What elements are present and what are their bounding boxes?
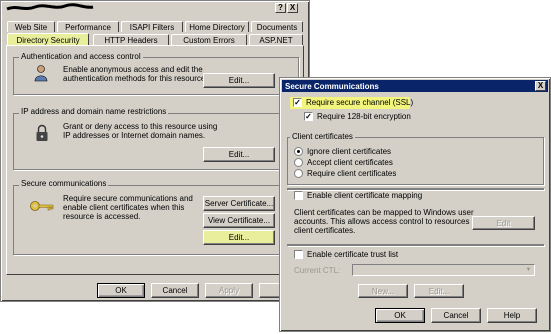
auth-group-label: Authentication and access control	[19, 52, 143, 61]
close-title-button[interactable]: X	[287, 3, 298, 13]
chevron-down-icon: ▼	[525, 267, 532, 273]
mapping-desc-line3: client certificates.	[294, 226, 356, 235]
require-certs-radio[interactable]	[294, 169, 303, 178]
tab-aspnet[interactable]: ASP.NET	[249, 34, 303, 45]
secure-title-bar: Secure Communications	[282, 80, 548, 92]
mapping-edit-button[interactable]: Edit	[472, 216, 535, 230]
current-ctl-select[interactable]: ▼	[352, 264, 535, 276]
mapping-edit-label: Edit	[496, 218, 511, 228]
secure-communications-dialog: Secure Communications X ✓ Require secure…	[279, 77, 551, 332]
lock-icon	[36, 124, 48, 141]
accept-certs-radio[interactable]	[294, 158, 303, 167]
separator-mapping	[287, 188, 544, 190]
server-certificate-button[interactable]: Server Certificate...	[203, 196, 275, 211]
main-apply-button[interactable]: Apply	[205, 283, 253, 298]
enable-mapping-checkbox[interactable]	[294, 191, 303, 200]
enable-trust-list-checkbox[interactable]	[294, 250, 303, 259]
tab-custom-errors[interactable]: Custom Errors	[171, 34, 247, 45]
redacted-title-scribble	[6, 3, 94, 11]
require-certs-label[interactable]: Require client certificates	[307, 169, 396, 179]
secure-cancel-label: Cancel	[443, 311, 469, 320]
tab-documents[interactable]: Documents	[251, 21, 303, 32]
ip-edit-label: Edit...	[228, 150, 250, 159]
require-ssl-label[interactable]: Require secure channel (SSL)	[306, 98, 413, 108]
new-ctl-button[interactable]: New...	[358, 284, 408, 298]
view-certificate-button[interactable]: View Certificate...	[203, 213, 275, 228]
secure-ok-button[interactable]: OK	[375, 308, 425, 323]
person-icon	[34, 65, 48, 82]
secure-group-label: Secure communications	[19, 179, 109, 188]
edit-ctl-button[interactable]: Edit...	[414, 284, 464, 298]
auth-edit-button[interactable]: Edit...	[203, 73, 275, 88]
auth-desc-line2: authentication methods for this resource…	[63, 74, 208, 83]
secure-edit-label: Edit...	[228, 233, 250, 242]
main-apply-label: Apply	[218, 286, 239, 295]
view-certificate-label: View Certificate...	[207, 216, 271, 225]
secure-cancel-button[interactable]: Cancel	[431, 308, 481, 323]
main-cancel-label: Cancel	[162, 286, 188, 295]
help-title-button[interactable]: ?	[275, 3, 286, 13]
enable-trust-list-label[interactable]: Enable certificate trust list	[307, 250, 398, 260]
require-128bit-label[interactable]: Require 128-bit encryption	[317, 112, 411, 122]
secure-ok-label: OK	[394, 311, 406, 320]
tab-isapi-filters[interactable]: ISAPI Filters	[121, 21, 183, 32]
tab-performance[interactable]: Performance	[57, 21, 119, 32]
main-ok-button[interactable]: OK	[97, 283, 145, 298]
require-ssl-checkbox[interactable]: ✓	[293, 98, 302, 107]
secure-dialog-title: Secure Communications	[285, 81, 379, 91]
separator-trust	[287, 244, 544, 246]
main-ok-label: OK	[115, 286, 127, 295]
new-ctl-label: New...	[371, 286, 395, 296]
secure-close-button[interactable]: X	[535, 81, 546, 91]
ip-group-label: IP address and domain name restrictions	[19, 107, 169, 116]
enable-mapping-label[interactable]: Enable client certificate mapping	[307, 191, 422, 201]
auth-edit-label: Edit...	[228, 76, 250, 85]
properties-dialog: ? X Web Site Performance ISAPI Filters H…	[0, 0, 310, 302]
tab-web-site[interactable]: Web Site	[7, 21, 55, 32]
ip-desc-line2: IP addresses or Internet domain names.	[63, 131, 206, 140]
tab-home-directory[interactable]: Home Directory	[185, 21, 249, 32]
require-128bit-checkbox[interactable]: ✓	[304, 112, 313, 121]
accept-certs-label[interactable]: Accept client certificates	[307, 158, 393, 168]
tab-http-headers[interactable]: HTTP Headers	[93, 34, 169, 45]
ignore-certs-radio[interactable]	[294, 147, 303, 156]
secure-help-label: Help	[503, 311, 521, 320]
server-certificate-label: Server Certificate...	[204, 199, 274, 208]
current-ctl-label: Current CTL:	[294, 266, 341, 275]
edit-ctl-label: Edit...	[428, 286, 450, 296]
secure-help-button[interactable]: Help	[487, 308, 537, 323]
ignore-certs-label[interactable]: Ignore client certificates	[307, 147, 391, 157]
secure-edit-button[interactable]: Edit...	[203, 230, 275, 245]
ip-edit-button[interactable]: Edit...	[203, 147, 275, 162]
client-certs-group-label: Client certificates	[290, 132, 355, 141]
secure-desc-line3: resource is accessed.	[63, 212, 141, 221]
main-cancel-button[interactable]: Cancel	[151, 283, 199, 298]
key-icon	[30, 201, 54, 211]
dialog-title-bar: ? X	[3, 2, 303, 14]
